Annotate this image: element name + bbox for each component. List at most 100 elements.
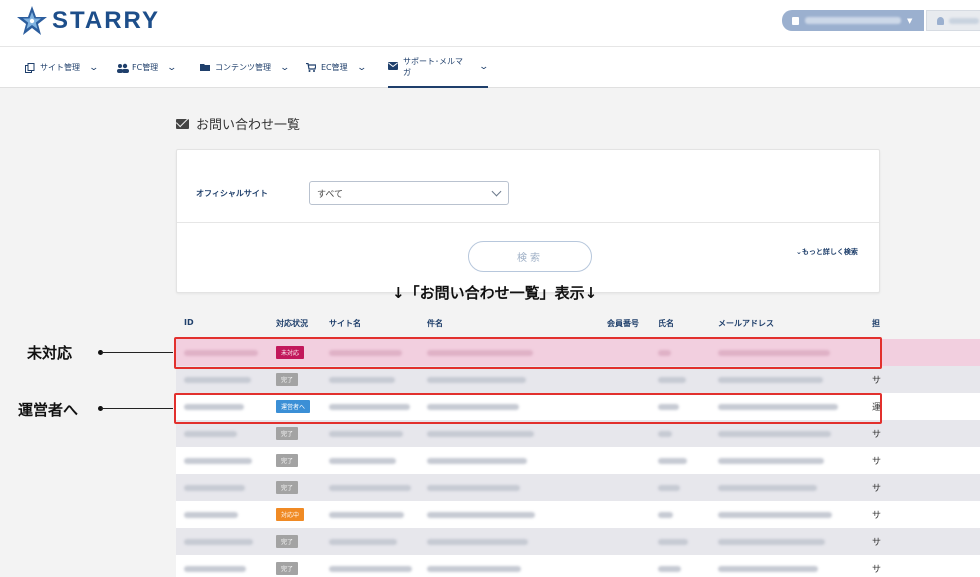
assignee-cell: サ [872,430,882,440]
assignee-cell: サ [872,457,882,467]
page-title: お問い合わせ一覧 [176,114,300,133]
official-site-label: オフィシャルサイト [196,189,268,198]
redacted-cell [718,539,825,545]
redacted-cell [427,512,535,518]
search-panel: オフィシャルサイト すべて 検索 ⌄もっと詳しく検索 [176,149,880,293]
main-nav: サイト管理 ⌄ FC管理 ⌄ コンテンツ管理 ⌄ EC管理 ⌄ サポート･メルマ… [0,46,980,88]
table-row[interactable]: 完了 サ [176,474,980,501]
redacted-cell [329,458,396,464]
col-subject: 件名 [427,319,443,328]
cart-icon [306,62,317,72]
divider [177,222,879,223]
table-row[interactable]: 完了 サ [176,447,980,474]
envelope-icon [388,62,398,71]
envelope-icon [176,118,189,129]
nav-site-management[interactable]: サイト管理 ⌄ [25,47,100,88]
site-switcher[interactable]: ▼ [782,10,924,31]
highlight-box-unhandled [174,337,882,369]
redacted-cell [658,512,673,518]
redacted-cell [329,377,395,383]
redacted-cell [427,431,534,437]
table-row[interactable]: 完了 サ [176,528,980,555]
redacted-cell [718,377,823,383]
chevron-down-icon [491,186,502,197]
redacted-cell [184,377,251,383]
redacted-cell [658,458,687,464]
nav-label: FC管理 [132,63,159,72]
page-title-text: お問い合わせ一覧 [196,118,301,133]
nav-content-management[interactable]: コンテンツ管理 ⌄ [200,47,291,88]
redacted-cell [184,566,246,572]
col-assignee: 担 [872,319,880,328]
redacted-cell [718,431,831,437]
redacted-cell [718,512,832,518]
assignee-cell: サ [872,376,882,386]
user-icon [937,16,944,25]
brand-name: STARRY [52,7,160,34]
redacted-cell [658,566,681,572]
users-icon [117,63,129,73]
redacted-cell [427,539,528,545]
redacted-cell [184,458,252,464]
redacted-cell [718,566,818,572]
redacted-cell [329,566,412,572]
chevron-down-icon: ⌄ [166,62,178,73]
redacted-cell [184,485,245,491]
redacted-cell [184,431,237,437]
table-header: ID 対応状況 サイト名 件名 会員番号 氏名 メールアドレス 担 [176,313,980,335]
table-row[interactable]: 完了 サ [176,366,980,393]
col-email: メールアドレス [718,319,774,328]
annotation-list-caption: ↓「お問い合わせ一覧」表示↓ [392,284,598,302]
official-site-select[interactable]: すべて [309,181,509,205]
folder-icon [200,63,210,72]
chevron-down-icon: ⌄ [88,62,100,73]
annotation-unhandled: 未対応 [27,344,73,362]
redacted-cell [329,539,397,545]
user-menu[interactable] [926,10,980,31]
star-logo-icon [17,6,47,35]
nav-label: サポート･メルマガ [403,56,463,77]
nav-label: コンテンツ管理 [215,63,271,72]
caret-down-icon: ▼ [907,16,913,25]
redacted-cell [658,377,686,383]
nav-support-mailmag[interactable]: サポート･メルマガ ⌄ [388,47,490,88]
status-badge: 完了 [276,535,299,548]
redacted-cell [718,485,817,491]
redacted-cell [427,566,521,572]
chevron-down-icon: ⌄ [478,61,490,72]
advanced-search-link[interactable]: ⌄もっと詳しく検索 [796,247,858,257]
status-badge: 完了 [276,562,299,575]
table-row[interactable]: 完了 サ [176,420,980,447]
col-name: 氏名 [658,319,674,328]
assignee-cell: サ [872,538,882,548]
status-badge: 対応中 [276,508,305,521]
starry-logo[interactable]: STARRY [16,4,160,38]
redacted-cell [658,539,688,545]
table-row[interactable]: 対応中 サ [176,501,980,528]
assignee-cell: サ [872,484,882,494]
nav-label: EC管理 [321,63,348,72]
redacted-cell [658,431,672,437]
nav-ec-management[interactable]: EC管理 ⌄ [306,47,367,88]
assignee-cell: サ [872,565,882,575]
user-name-blurred [949,17,979,24]
chevron-down-icon: ⌄ [356,62,367,73]
col-site-name: サイト名 [329,319,361,328]
annotation-to-operator: 運営者へ [18,401,79,419]
redacted-cell [184,512,238,518]
table-row[interactable]: 完了 サ [176,555,980,577]
select-value: すべて [317,189,344,200]
search-button[interactable]: 検索 [468,241,592,272]
redacted-cell [329,512,404,518]
redacted-cell [427,377,526,383]
leader-line [101,352,173,353]
copy-icon [25,63,35,73]
nav-label: サイト管理 [40,63,80,72]
redacted-cell [329,485,411,491]
col-id: ID [184,318,194,327]
status-badge: 完了 [276,373,299,386]
nav-fc-management[interactable]: FC管理 ⌄ [117,47,178,88]
redacted-cell [184,539,253,545]
chevron-down-icon: ⌄ [279,62,291,73]
redacted-cell [658,485,680,491]
